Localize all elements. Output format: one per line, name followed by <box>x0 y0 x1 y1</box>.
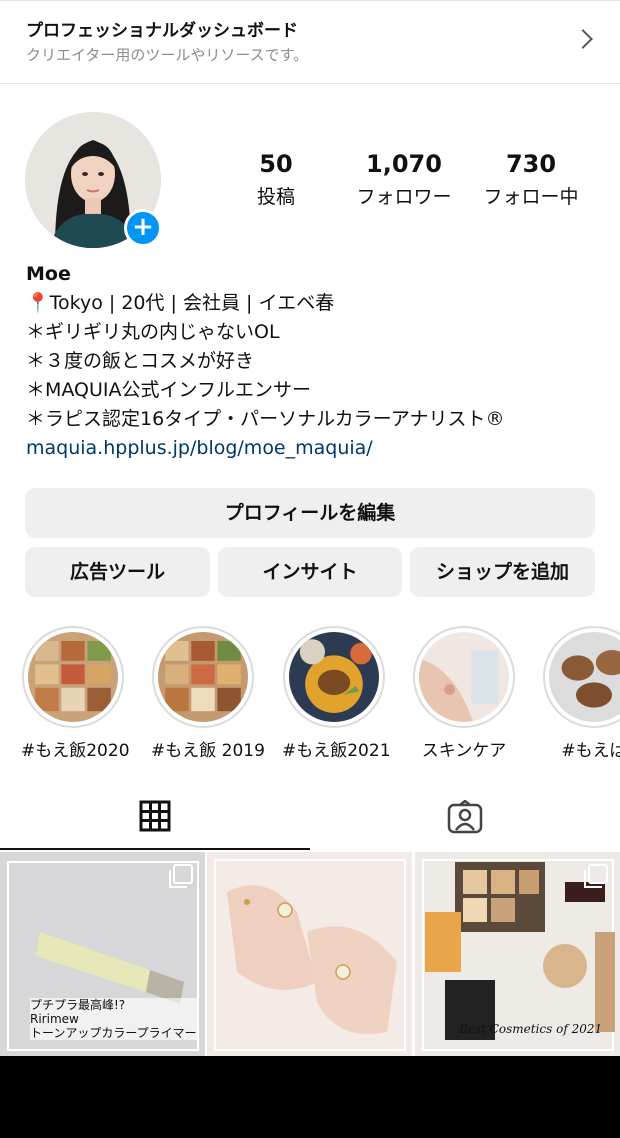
professional-dashboard-banner[interactable]: プロフェッショナルダッシュボード クリエイター用のツールやリソースです。 <box>0 0 620 84</box>
highlight-item[interactable]: #もえ飯2021 <box>282 626 391 761</box>
highlight-label: #もえ飯2020 <box>21 741 130 761</box>
highlight-label: #もえぱ <box>561 741 620 761</box>
tab-posts-grid[interactable] <box>0 790 310 850</box>
highlight-item[interactable]: #もえ飯2020 <box>21 626 130 761</box>
bio-line: ＊ラピス認定16タイプ・パーソナルカラーアナリスト® <box>26 408 505 430</box>
followers-count: 1,070 <box>366 150 442 178</box>
post-thumbnail[interactable]: プチプラ最高峰!? Ririmew トーンアップカラープライマー <box>0 852 205 1056</box>
bio-line: 📍Tokyo | 20代 | 会社員 | イエベ春 <box>26 292 335 314</box>
highlight-ring <box>22 626 124 728</box>
multiple-photos-icon <box>584 864 608 888</box>
post-caption-line: Ririmew <box>30 1012 79 1026</box>
post-thumbnail[interactable]: Best Cosmetics of 2021 <box>415 852 620 1056</box>
bio-line: ＊ギリギリ丸の内じゃないOL <box>26 321 280 343</box>
followers-label: フォロワー <box>356 186 452 208</box>
highlight-ring <box>543 626 620 728</box>
highlight-label: #もえ飯 2019 <box>151 741 265 761</box>
highlight-label: スキンケア <box>421 741 507 761</box>
active-tab-indicator <box>0 848 310 850</box>
post-caption-line: トーンアップカラープライマー <box>30 1026 197 1040</box>
bio-line: ＊MAQUIA公式インフルエンサー <box>26 379 311 401</box>
post-caption-overlay: Best Cosmetics of 2021 <box>459 1022 603 1036</box>
multiple-photos-icon <box>169 864 193 888</box>
bottom-blank-area <box>0 1056 620 1138</box>
posts-count: 50 <box>259 150 293 178</box>
highlight-cover <box>419 632 509 722</box>
post-thumbnail[interactable] <box>207 852 412 1056</box>
highlight-cover <box>28 632 118 722</box>
post-caption-line: プチプラ最高峰!? <box>30 998 126 1012</box>
highlight-ring <box>283 626 385 728</box>
post-caption-overlay: プチプラ最高峰!? Ririmew トーンアップカラープライマー <box>30 998 197 1040</box>
grid-icon <box>139 800 171 832</box>
dashboard-subtitle: クリエイター用のツールやリソースです。 <box>26 46 309 64</box>
following-stat[interactable]: 730 フォロー中 <box>474 150 588 209</box>
bio-link[interactable]: maquia.hpplus.jp/blog/moe_maquia/ <box>26 434 606 463</box>
highlight-item[interactable]: #もえぱ <box>542 626 620 761</box>
ad-tools-button[interactable]: 広告ツール <box>25 547 210 597</box>
following-count: 730 <box>505 150 557 178</box>
highlight-cover <box>549 632 620 722</box>
highlight-ring <box>152 626 254 728</box>
posts-label: 投稿 <box>256 186 295 208</box>
edit-profile-button[interactable]: プロフィールを編集 <box>25 488 595 538</box>
profile-bio: Moe 📍Tokyo | 20代 | 会社員 | イエベ春 ＊ギリギリ丸の内じゃ… <box>26 260 606 463</box>
insights-button[interactable]: インサイト <box>218 547 402 597</box>
chevron-right-icon <box>573 29 593 49</box>
profile-name: Moe <box>26 263 71 285</box>
add-shop-button[interactable]: ショップを追加 <box>410 547 595 597</box>
dashboard-title: プロフェッショナルダッシュボード <box>26 21 298 41</box>
highlight-item[interactable]: スキンケア <box>412 626 516 761</box>
highlight-cover <box>158 632 248 722</box>
add-story-plus-icon[interactable]: + <box>124 209 162 247</box>
tagged-person-icon <box>447 800 483 834</box>
highlight-cover <box>289 632 379 722</box>
bio-line: ＊３度の飯とコスメが好き <box>26 350 255 372</box>
highlight-ring <box>413 626 515 728</box>
post-image <box>207 852 412 1056</box>
highlight-item[interactable]: #もえ飯 2019 <box>151 626 265 761</box>
followers-stat[interactable]: 1,070 フォロワー <box>345 150 463 209</box>
following-label: フォロー中 <box>483 186 579 208</box>
tab-tagged[interactable] <box>310 790 620 850</box>
profile-tabs <box>0 790 620 852</box>
highlight-label: #もえ飯2021 <box>282 741 391 761</box>
posts-count-stat[interactable]: 50 投稿 <box>246 150 306 209</box>
